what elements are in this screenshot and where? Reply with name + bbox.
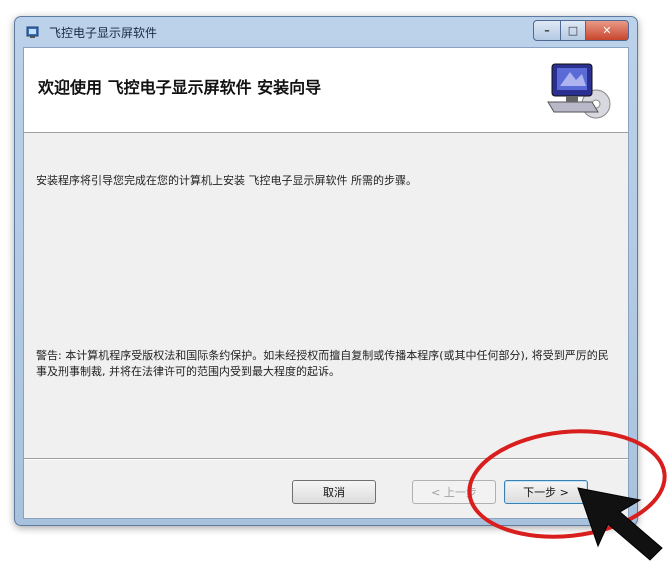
pointer-arrow-icon	[577, 487, 663, 561]
highlight-circle	[467, 429, 667, 539]
tutorial-annotation-layer	[467, 429, 667, 561]
